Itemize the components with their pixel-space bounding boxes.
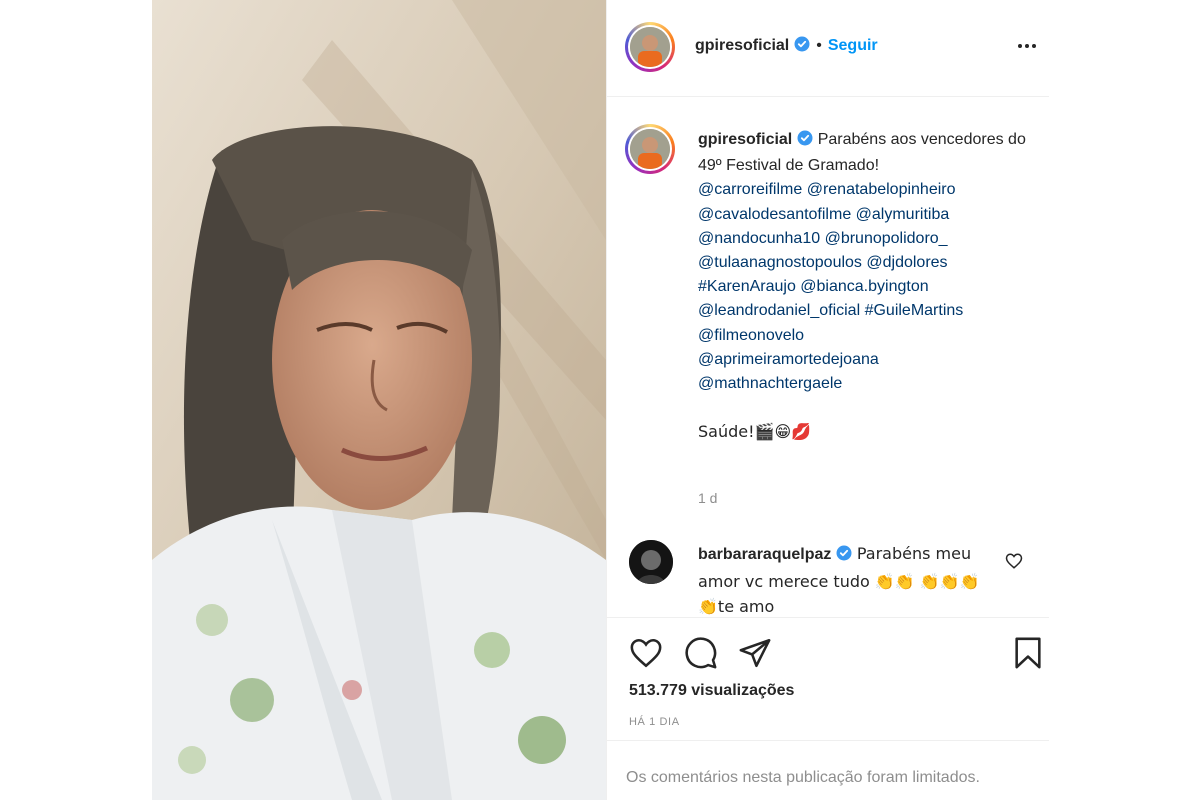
post-video[interactable]: [152, 0, 606, 800]
heart-icon[interactable]: [629, 636, 663, 670]
caption-time[interactable]: 1 d: [698, 490, 717, 506]
caption-closing: Saúde!🎬😁💋: [698, 422, 812, 442]
avatar-image: [629, 540, 673, 584]
comment-icon[interactable]: [684, 636, 718, 670]
comment-like-heart-icon[interactable]: [1005, 552, 1023, 570]
comments-limited-text: Os comentários nesta publicação foram li…: [626, 769, 980, 786]
caption-mentions-line[interactable]: @filmeonovelo: [698, 324, 1028, 348]
comments-limited-notice: Os comentários nesta publicação foram li…: [607, 740, 1049, 801]
post-header: gpiresoficial • Seguir: [607, 0, 1049, 97]
post-actions-bar: [607, 617, 1049, 678]
avatar-image: [630, 27, 670, 67]
avatar-image: [630, 129, 670, 169]
header-username[interactable]: gpiresoficial: [695, 37, 789, 54]
caption-mentions-line[interactable]: #KarenAraujo @bianca.byington: [698, 275, 1028, 299]
follow-button[interactable]: Seguir: [828, 37, 878, 54]
post-caption: gpiresoficial Parabéns aos vencedores do…: [698, 128, 1028, 445]
header-separator: •: [816, 37, 822, 54]
caption-mentions-line[interactable]: @aprimeiramortedejoana: [698, 348, 1028, 372]
bookmark-icon[interactable]: [1011, 636, 1045, 670]
comment-username[interactable]: barbararaquelpaz: [698, 546, 831, 563]
caption-avatar[interactable]: [625, 124, 675, 174]
verified-badge-icon: [797, 130, 813, 154]
caption-mentions-line[interactable]: @nandocunha10 @brunopolidoro_: [698, 227, 1028, 251]
more-options-icon[interactable]: [1015, 34, 1039, 58]
caption-mentions-line[interactable]: @carroreifilme @renatabelopinheiro: [698, 178, 1028, 202]
profile-avatar[interactable]: [625, 22, 675, 72]
verified-badge-icon: [794, 36, 810, 57]
share-icon[interactable]: [738, 636, 772, 670]
caption-mentions-line[interactable]: @mathnachtergaele: [698, 372, 1028, 396]
caption-mentions-line[interactable]: @tulaanagnostopoulos @djdolores: [698, 251, 1028, 275]
verified-badge-icon: [836, 545, 852, 570]
caption-mentions-line[interactable]: @cavalodesantofilme @alymuritiba: [698, 203, 1028, 227]
caption-username[interactable]: gpiresoficial: [698, 131, 792, 148]
posted-time[interactable]: HÁ 1 DIA: [629, 716, 680, 728]
video-frame: [152, 0, 606, 800]
comment: barbararaquelpaz Parabéns meu amor vc me…: [698, 542, 998, 621]
comment-avatar[interactable]: [629, 540, 673, 584]
post-side-panel: gpiresoficial • Seguir gpiresoficial Parab…: [606, 0, 1049, 800]
views-count[interactable]: 513.779 visualizações: [629, 682, 794, 700]
caption-mentions-line[interactable]: @leandrodaniel_oficial #GuileMartins: [698, 299, 1028, 323]
